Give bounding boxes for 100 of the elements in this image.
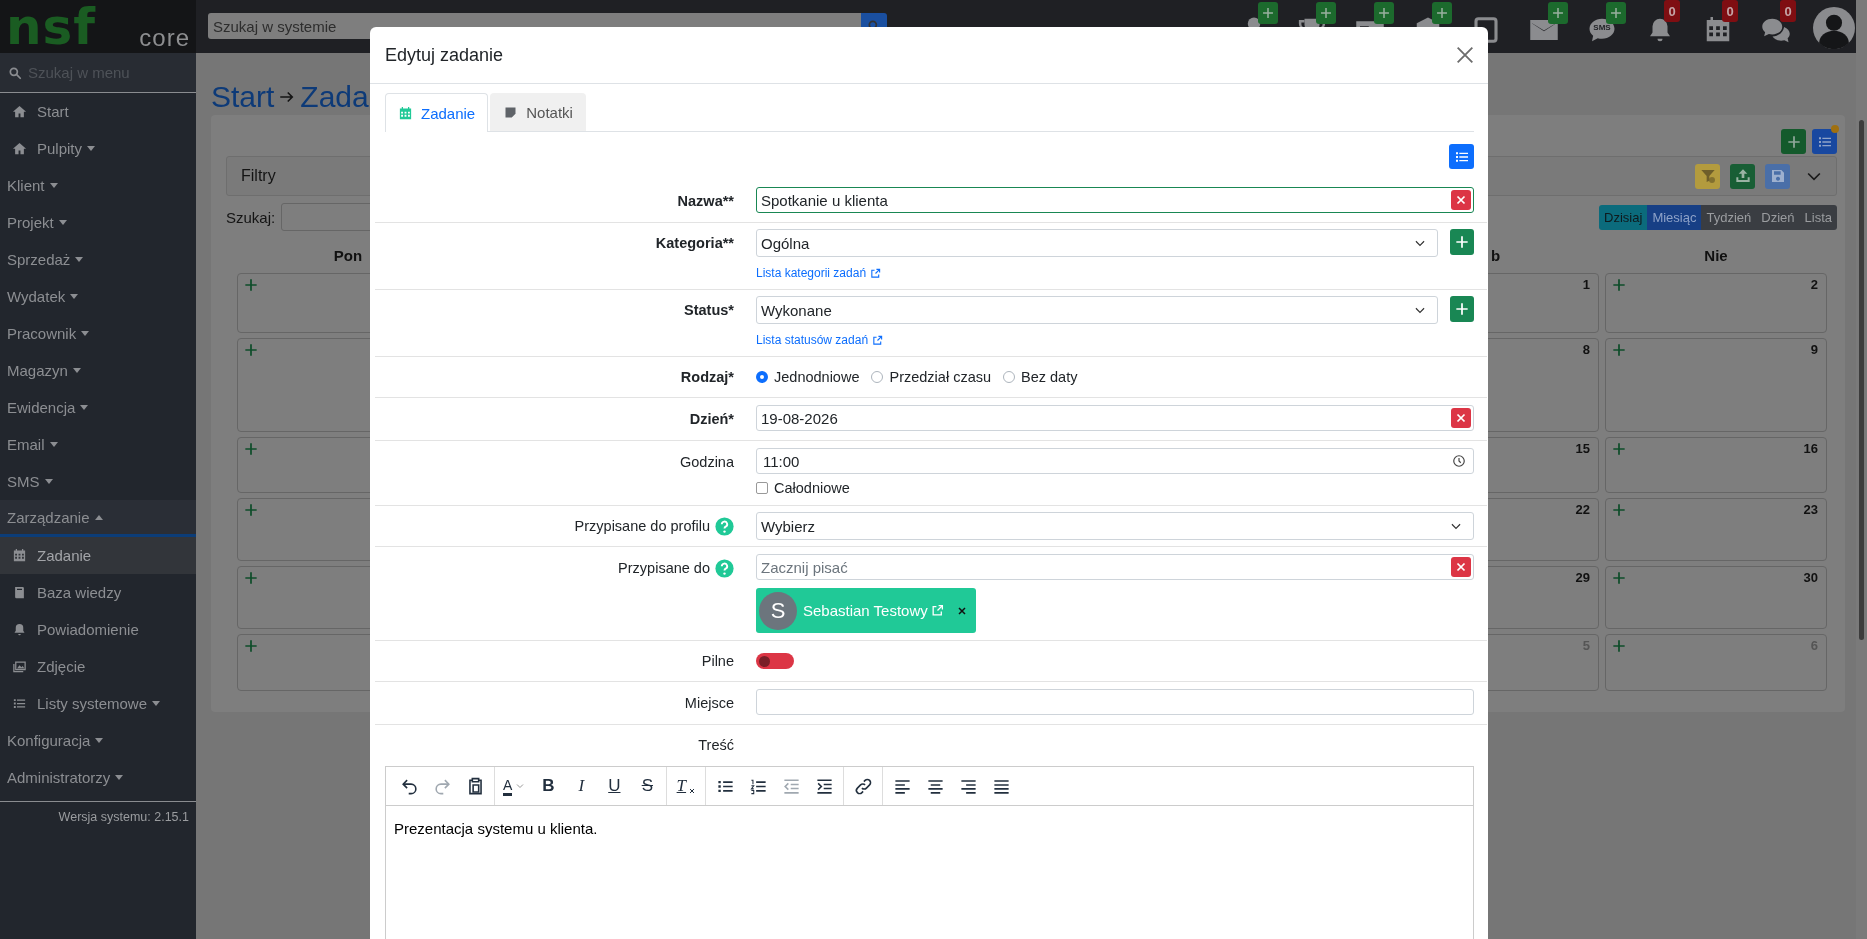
select-field[interactable]: Ogólna — [756, 229, 1438, 257]
remove-icon[interactable] — [955, 604, 968, 617]
sidebar-item[interactable]: Konfiguracja — [0, 722, 196, 759]
clear-button[interactable] — [1451, 557, 1471, 577]
color-button[interactable]: A — [499, 771, 531, 801]
list-button[interactable] — [1812, 129, 1837, 154]
link[interactable]: Lista statusów zadań — [756, 330, 884, 350]
editor-text: Prezentacja systemu u klienta. — [394, 820, 599, 838]
breadcrumb-link[interactable]: Start — [211, 79, 275, 115]
italic-button[interactable]: I — [566, 771, 597, 801]
select-field[interactable]: Wybierz — [756, 512, 1474, 540]
field-label: Miejsce — [684, 695, 734, 711]
save-button[interactable] — [1765, 163, 1790, 189]
avatar-icon[interactable] — [1813, 6, 1855, 49]
view-button[interactable]: Dzisiaj — [1599, 204, 1648, 230]
sidebar-item[interactable]: Listy systemowe — [0, 685, 196, 722]
external-link-icon[interactable] — [930, 604, 944, 617]
sidebar-item[interactable]: Wydatek — [0, 278, 196, 315]
add-badge[interactable] — [1374, 2, 1394, 24]
select-field[interactable]: Wykonane — [756, 296, 1438, 324]
images-icon — [12, 659, 27, 674]
input-field[interactable]: Zacznij pisać — [756, 554, 1474, 580]
input-field[interactable]: 19-08-2026 — [756, 405, 1474, 431]
plus-icon[interactable] — [243, 638, 259, 654]
plus-icon[interactable] — [1611, 570, 1627, 586]
time-field[interactable]: 11:00 — [756, 448, 1474, 474]
sidebar-item[interactable]: Projekt — [0, 204, 196, 241]
list-icon — [12, 696, 27, 711]
field-label: Status* — [684, 302, 734, 318]
clear-button[interactable] — [1451, 408, 1471, 428]
plus-icon[interactable] — [243, 502, 259, 518]
sidebar-item[interactable]: Zarządzanie — [0, 500, 196, 537]
plus-icon — [1435, 6, 1449, 20]
radio-label: Przedział czasu — [889, 369, 991, 385]
input-field[interactable] — [756, 689, 1474, 715]
radio-button[interactable] — [871, 371, 884, 383]
radio-button[interactable] — [756, 371, 768, 383]
filter-icon — [1699, 168, 1716, 184]
close-button[interactable] — [1454, 44, 1476, 66]
sidebar-item[interactable]: Administratorzy — [0, 759, 196, 796]
day-number: 9 — [1810, 342, 1818, 357]
view-button[interactable]: Lista — [1799, 204, 1837, 230]
sidebar-item[interactable]: Zdjęcie — [0, 648, 196, 685]
toggle-switch[interactable] — [756, 653, 794, 669]
tab[interactable]: Notatki — [490, 93, 586, 131]
sidebar-item[interactable]: Ewidencja — [0, 389, 196, 426]
sidebar-item[interactable]: Email — [0, 426, 196, 463]
add-button[interactable] — [1450, 229, 1474, 255]
input-field[interactable]: Spotkanie u klienta — [756, 187, 1474, 213]
sidebar-item[interactable]: Start — [0, 93, 196, 130]
scrollbar[interactable] — [1856, 0, 1867, 939]
field-label: Treść — [698, 737, 734, 753]
clear-button[interactable]: T — [671, 771, 702, 801]
sidebar-item[interactable]: Sprzedaż — [0, 241, 196, 278]
help-icon[interactable] — [715, 558, 734, 578]
sidebar-item[interactable]: Baza wiedzy — [0, 574, 196, 611]
tab[interactable]: Zadanie — [385, 93, 489, 132]
help-icon[interactable] — [715, 516, 734, 536]
add-badge[interactable] — [1548, 2, 1568, 24]
bold-button[interactable]: B — [533, 771, 564, 801]
plus-icon[interactable] — [1611, 441, 1627, 457]
plus-icon[interactable] — [1611, 342, 1627, 358]
field-label: Nazwa** — [677, 193, 734, 209]
sidebar-item[interactable]: SMS — [0, 463, 196, 500]
add-button[interactable] — [1450, 296, 1474, 322]
add-button[interactable] — [1781, 129, 1806, 154]
plus-icon[interactable] — [243, 441, 259, 457]
radio-button[interactable] — [1003, 371, 1015, 383]
clock-icon[interactable] — [1452, 454, 1466, 468]
add-badge[interactable] — [1606, 2, 1626, 24]
sidebar-item[interactable]: Powiadomienie — [0, 611, 196, 648]
day-number: 15 — [1575, 441, 1590, 456]
sidebar-item[interactable]: Klient — [0, 167, 196, 204]
dialog-title: Edytuj zadanie — [385, 44, 504, 66]
sidebar-item[interactable]: Magazyn — [0, 352, 196, 389]
plus-icon[interactable] — [1611, 277, 1627, 293]
clear-button[interactable] — [1451, 190, 1471, 210]
underline-button[interactable]: U — [599, 771, 630, 801]
upload-button[interactable] — [1730, 163, 1755, 189]
list-button[interactable] — [1449, 144, 1474, 169]
plus-icon[interactable] — [243, 570, 259, 586]
plus-icon[interactable] — [243, 342, 259, 358]
clear-filter-button[interactable] — [1695, 163, 1720, 189]
day-number: 8 — [1582, 342, 1590, 357]
add-badge[interactable] — [1258, 2, 1278, 24]
add-badge[interactable] — [1316, 2, 1336, 24]
view-button[interactable]: Dzień — [1756, 204, 1800, 230]
strike-button[interactable]: S — [632, 771, 663, 801]
view-button[interactable]: Miesiąc — [1647, 204, 1702, 230]
sidebar-item[interactable]: Pulpity — [0, 130, 196, 167]
sidebar-item[interactable]: Zadanie — [0, 537, 196, 574]
link[interactable]: Lista kategorii zadań — [756, 263, 882, 283]
add-badge[interactable] — [1432, 2, 1452, 24]
caret-icon — [81, 331, 90, 336]
checkbox[interactable] — [756, 482, 768, 494]
plus-icon[interactable] — [243, 277, 259, 293]
plus-icon[interactable] — [1611, 638, 1627, 654]
view-button[interactable]: Tydzień — [1701, 204, 1757, 230]
sidebar-item[interactable]: Pracownik — [0, 315, 196, 352]
plus-icon[interactable] — [1611, 502, 1627, 518]
